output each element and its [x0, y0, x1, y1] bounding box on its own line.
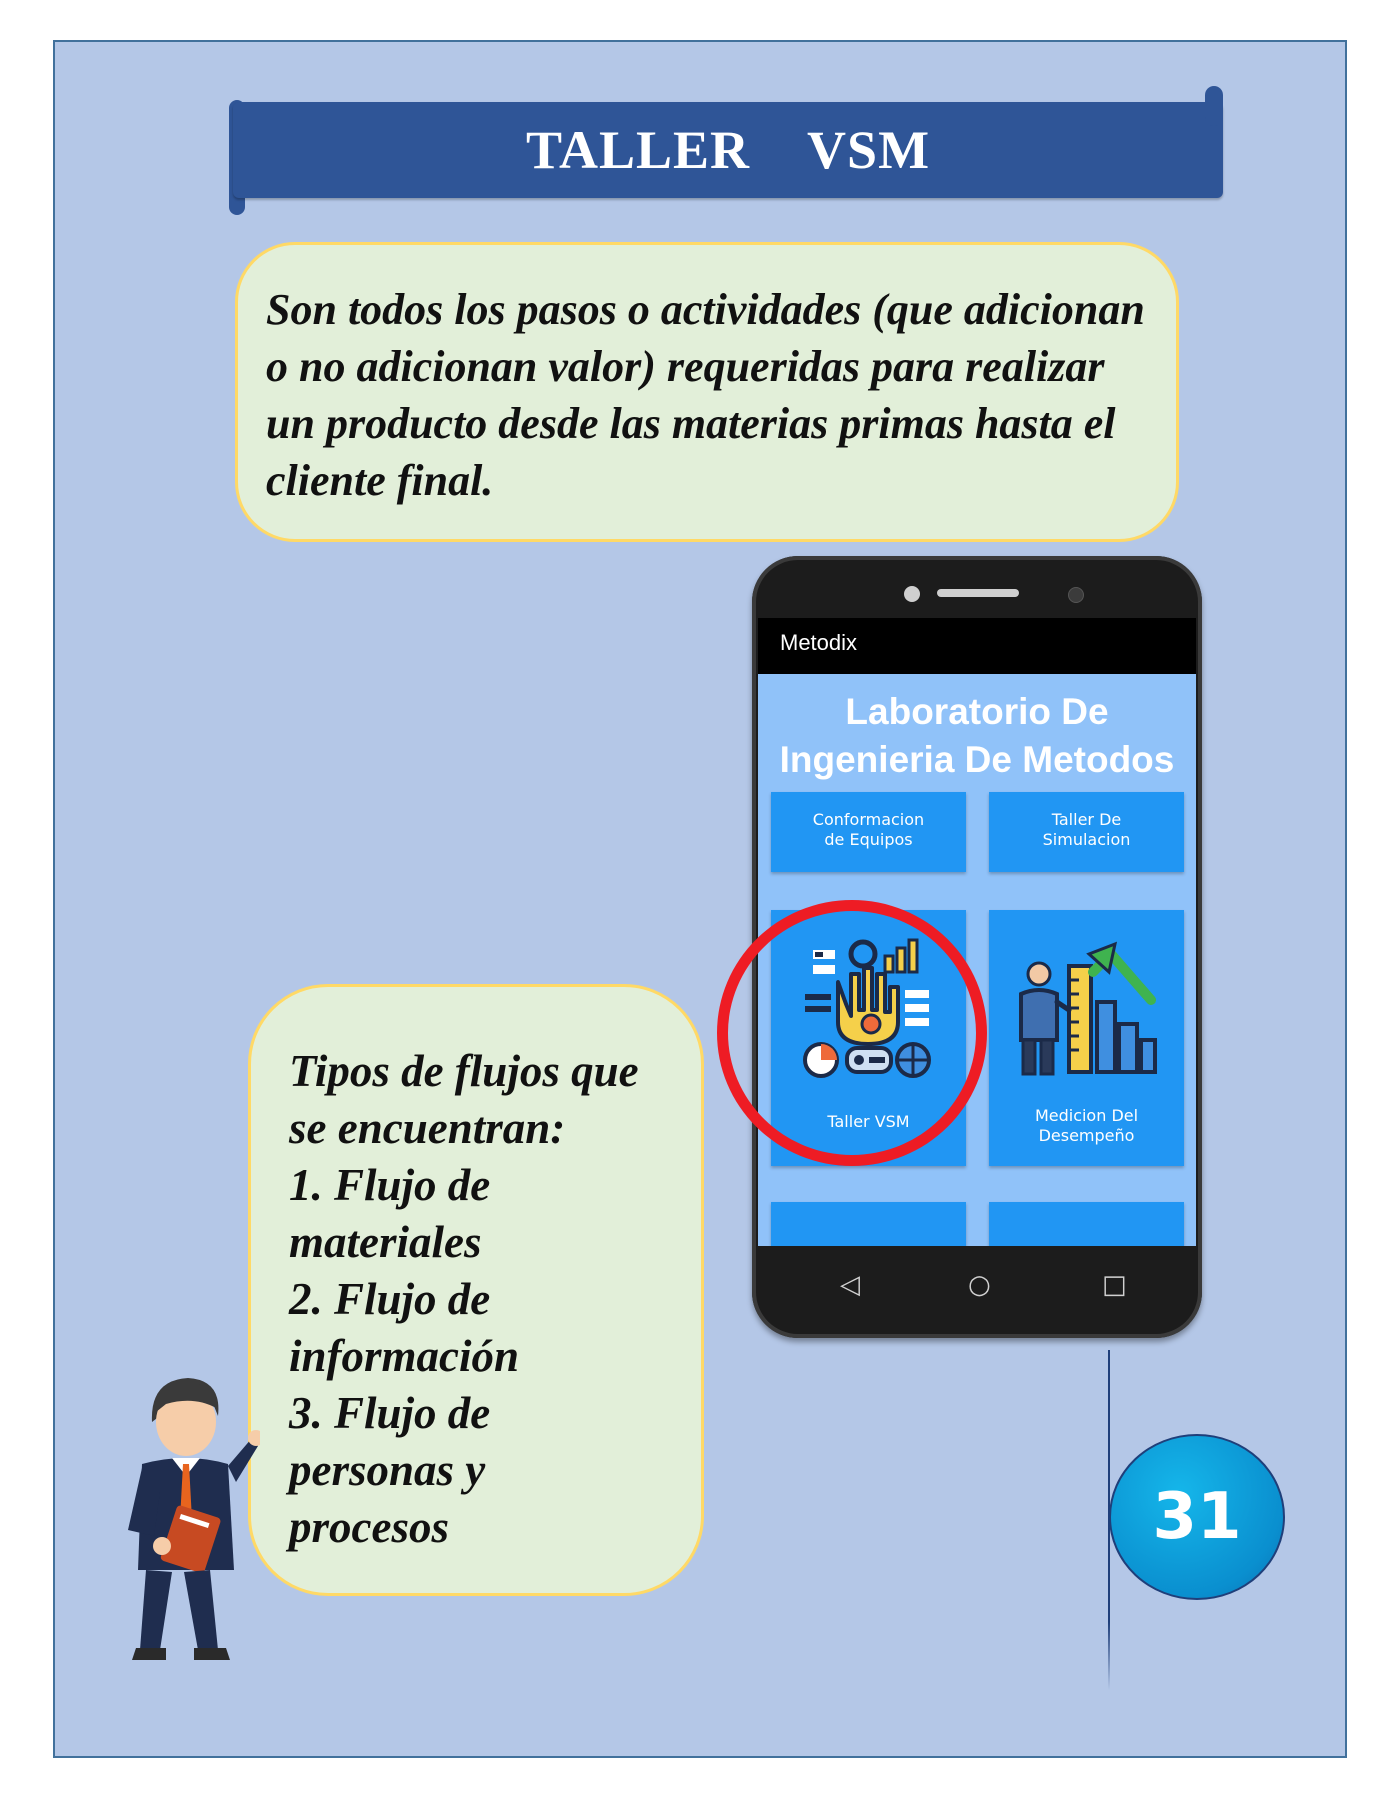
businessman-illustration — [128, 1378, 260, 1660]
recents-icon[interactable]: □ — [1102, 1270, 1127, 1300]
phone-sensor — [1068, 587, 1084, 603]
tile-label-line: Medicion Del — [1034, 1106, 1139, 1125]
tile-label-line: Desempeño — [1038, 1126, 1135, 1145]
tile-partial[interactable] — [989, 1202, 1184, 1246]
definition-text: Son todos los pasos o actividades (que a… — [266, 285, 1145, 505]
tile-label: Conformacion de Equipos — [771, 810, 966, 850]
home-icon[interactable]: ○ — [968, 1270, 991, 1300]
flow-types-line: procesos — [289, 1502, 449, 1552]
android-nav-bar: ◁ ○ □ — [758, 1246, 1196, 1328]
tile-conformacion-equipos[interactable]: Conformacion de Equipos — [771, 792, 966, 872]
app-heading-line-2: Ingenieria De Metodos — [779, 739, 1175, 780]
tile-partial[interactable] — [771, 1202, 966, 1246]
page-title: TALLER VSM — [525, 120, 931, 180]
app-heading: Laboratorio De Ingenieria De Metodos — [758, 688, 1196, 784]
definition-bubble: Son todos los pasos o actividades (que a… — [235, 242, 1179, 542]
tile-taller-simulacion[interactable]: Taller De Simulacion — [989, 792, 1184, 872]
flow-types-text: Tipos de flujos que se encuentran: 1. Fl… — [289, 1043, 639, 1556]
phone-camera — [904, 586, 920, 602]
app-title: Metodix — [780, 630, 858, 655]
back-icon[interactable]: ◁ — [840, 1270, 860, 1300]
tile-medicion-desempeno[interactable]: Medicion Del Desempeño — [989, 910, 1184, 1166]
flow-types-line: 1. Flujo de — [289, 1160, 491, 1210]
tile-label-line: Simulacion — [1042, 830, 1131, 849]
flow-types-line: 3. Flujo de — [289, 1388, 491, 1438]
page-number: 31 — [1152, 1480, 1242, 1554]
flow-types-line: se encuentran: — [289, 1103, 566, 1153]
tile-label-line: Conformacion — [812, 810, 925, 829]
flow-types-line: personas y — [289, 1445, 486, 1495]
flow-types-bubble: Tipos de flujos que se encuentran: 1. Fl… — [248, 984, 704, 1596]
tile-label-line: Taller De — [1051, 810, 1122, 829]
highlight-circle — [717, 900, 987, 1166]
tile-label: Taller De Simulacion — [989, 810, 1184, 850]
flow-types-line: información — [289, 1331, 520, 1381]
tile-label-line: de Equipos — [824, 830, 913, 849]
flow-types-line: 2. Flujo de — [289, 1274, 491, 1324]
flow-types-line: Tipos de flujos que — [289, 1046, 639, 1096]
app-heading-line-1: Laboratorio De — [845, 691, 1109, 732]
app-bar: Metodix — [758, 618, 1196, 674]
flow-types-line: materiales — [289, 1217, 482, 1267]
phone-speaker — [937, 589, 1019, 597]
tile-label: Medicion Del Desempeño — [989, 1106, 1184, 1146]
performance-chart-icon — [1019, 941, 1157, 1076]
